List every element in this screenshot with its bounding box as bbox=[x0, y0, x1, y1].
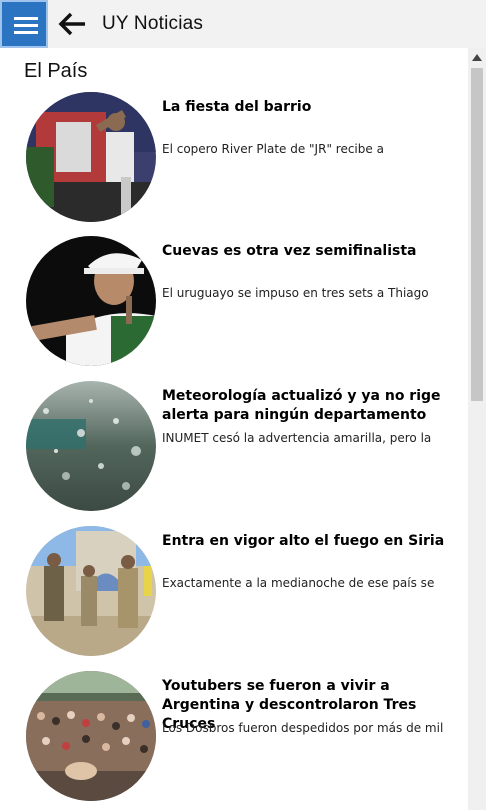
app-header: UY Noticias bbox=[0, 0, 486, 48]
article-summary: El copero River Plate de "JR" recibe a bbox=[162, 142, 384, 156]
back-arrow-icon[interactable] bbox=[58, 10, 88, 38]
article-thumbnail[interactable] bbox=[26, 236, 156, 366]
article-summary: Exactamente a la medianoche de ese país … bbox=[162, 576, 435, 590]
article-thumbnail[interactable] bbox=[26, 671, 156, 801]
article-summary: INUMET cesó la advertencia amarilla, per… bbox=[162, 431, 432, 445]
article-summary: El uruguayo se impuso en tres sets a Thi… bbox=[162, 286, 429, 300]
vertical-scrollbar[interactable] bbox=[468, 48, 486, 810]
article-summary: Los Dosbros fueron despedidos por más de… bbox=[162, 721, 444, 735]
article-item[interactable]: Youtubers se fueron a vivir a Argentina … bbox=[0, 671, 468, 811]
article-thumbnail[interactable] bbox=[26, 92, 156, 222]
article-thumbnail[interactable] bbox=[26, 526, 156, 656]
app-title: UY Noticias bbox=[102, 13, 204, 34]
article-item[interactable]: Meteorología actualizó y ya no rige aler… bbox=[0, 381, 468, 521]
article-item[interactable]: La fiesta del barrio El copero River Pla… bbox=[0, 92, 468, 232]
article-headline[interactable]: Entra en vigor alto el fuego en Siria bbox=[162, 532, 460, 551]
scroll-thumb[interactable] bbox=[471, 68, 483, 401]
hamburger-menu-icon[interactable] bbox=[0, 0, 48, 48]
article-headline[interactable]: Meteorología actualizó y ya no rige aler… bbox=[162, 387, 460, 425]
article-headline[interactable]: La fiesta del barrio bbox=[162, 98, 460, 117]
article-item[interactable]: Cuevas es otra vez semifinalista El urug… bbox=[0, 236, 468, 376]
scroll-up-arrow-icon[interactable] bbox=[472, 54, 482, 61]
article-item[interactable]: Entra en vigor alto el fuego en Siria Ex… bbox=[0, 526, 468, 666]
article-thumbnail[interactable] bbox=[26, 381, 156, 511]
article-headline[interactable]: Cuevas es otra vez semifinalista bbox=[162, 242, 460, 261]
section-title: El País bbox=[24, 60, 88, 82]
